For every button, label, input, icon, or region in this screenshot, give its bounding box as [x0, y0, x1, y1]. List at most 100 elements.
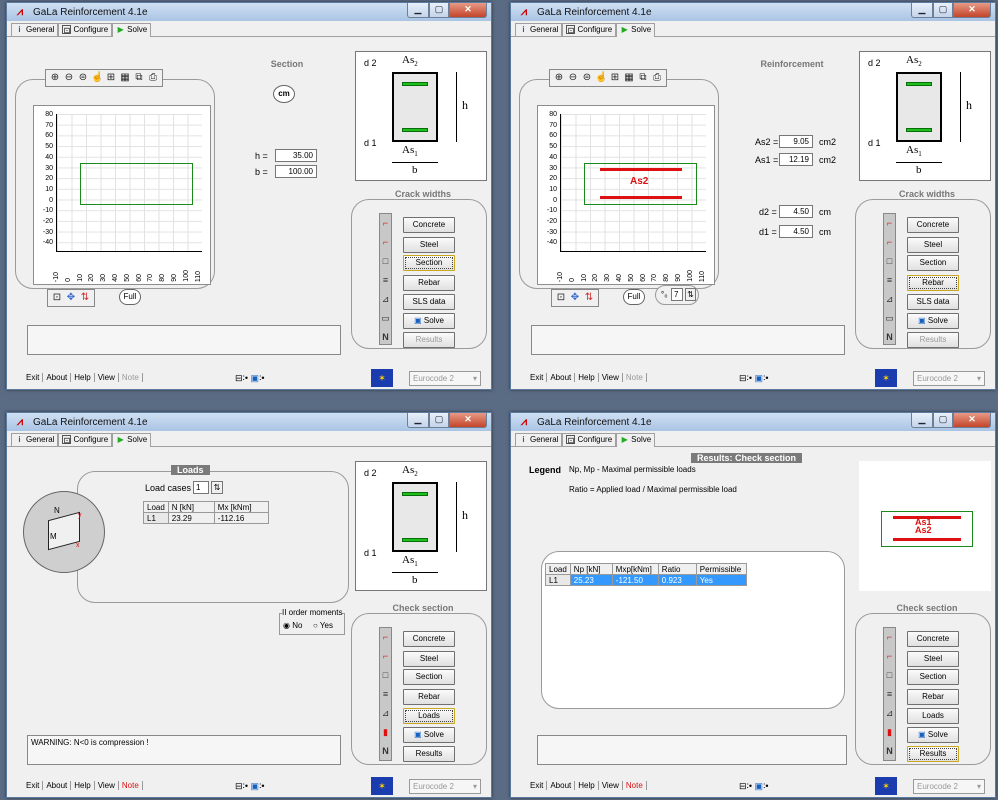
exit-button[interactable]: Exit — [23, 373, 44, 382]
full-button[interactable]: Full — [623, 289, 645, 305]
sls-data-button[interactable]: SLS data — [907, 294, 959, 310]
exit-button[interactable]: Exit — [527, 373, 548, 382]
pan-icon[interactable]: ☝ — [595, 72, 607, 84]
maximize-button[interactable]: ▢ — [933, 3, 953, 18]
as1-input[interactable]: 12.19 — [779, 153, 813, 166]
minimize-button[interactable]: ▁ — [407, 3, 429, 18]
view-button[interactable]: View — [95, 373, 119, 382]
maximize-button[interactable]: ▢ — [429, 3, 449, 18]
units-button[interactable]: cm — [273, 85, 295, 103]
tab-configure[interactable]: ⊡ Configure — [562, 433, 617, 446]
concrete-button[interactable]: Concrete — [907, 217, 959, 233]
sort-icon[interactable]: ⇅ — [583, 292, 595, 304]
exit-button[interactable]: Exit — [23, 781, 44, 790]
zoom-in-icon[interactable]: ⊕ — [49, 72, 61, 84]
results-button[interactable]: Results — [403, 746, 455, 762]
about-button[interactable]: About — [43, 373, 72, 382]
help-button[interactable]: Help — [575, 373, 599, 382]
tab-solve[interactable]: ▶ Solve — [112, 433, 152, 447]
cell-mx[interactable]: -112.16 — [213, 512, 269, 524]
close-button[interactable]: ✕ — [449, 413, 487, 428]
print-icon[interactable]: ⎙ — [651, 72, 663, 84]
cell-n[interactable]: 23.29 — [167, 512, 215, 524]
concrete-button[interactable]: Concrete — [403, 631, 455, 647]
help-button[interactable]: Help — [71, 781, 95, 790]
grid-icon[interactable]: ⊞ — [609, 72, 621, 84]
rebar-button[interactable]: Rebar — [907, 689, 959, 705]
code-select[interactable]: Eurocode 2 ▾ — [409, 371, 481, 386]
tab-solve[interactable]: ▶ Solve — [616, 23, 656, 37]
table-row[interactable]: L1 25.23 -121.50 0.923 Yes — [545, 574, 747, 586]
hatch-icon[interactable]: ▦ — [119, 72, 131, 84]
view-button[interactable]: View — [599, 373, 623, 382]
view-button[interactable]: View — [599, 781, 623, 790]
code-select[interactable]: Eurocode 2 ▾ — [913, 779, 985, 794]
note-button[interactable]: Note — [119, 781, 143, 790]
rebar-button[interactable]: Rebar — [403, 689, 455, 705]
code-select[interactable]: Eurocode 2 ▾ — [913, 371, 985, 386]
table-row[interactable]: L1 23.29 -112.16 — [143, 512, 269, 524]
maximize-button[interactable]: ▢ — [933, 413, 953, 428]
grid-icon[interactable]: ⊞ — [105, 72, 117, 84]
note-button[interactable]: Note — [623, 781, 647, 790]
full-button[interactable]: Full — [119, 289, 141, 305]
zoom-out-icon[interactable]: ⊖ — [567, 72, 579, 84]
order-yes-radio[interactable]: ○ Yes — [313, 621, 333, 630]
configure-small-icon[interactable]: ⊡ — [555, 292, 567, 304]
order-no-radio[interactable]: ◉ No — [283, 621, 302, 630]
minimize-button[interactable]: ▁ — [911, 3, 933, 18]
copy-icon[interactable]: ⧉ — [637, 72, 649, 84]
tab-configure[interactable]: ⊡ Configure — [58, 23, 113, 36]
minimize-button[interactable]: ▁ — [911, 413, 933, 428]
zoom-fit-icon[interactable]: ⊜ — [581, 72, 593, 84]
steel-button[interactable]: Steel — [403, 651, 455, 667]
results-button[interactable]: Results — [403, 332, 455, 348]
move-icon[interactable]: ✥ — [569, 292, 581, 304]
b-input[interactable]: 100.00 — [275, 165, 317, 178]
results-button[interactable]: Results — [907, 746, 959, 762]
pan-icon[interactable]: ☝ — [91, 72, 103, 84]
solve-button[interactable]: ▣ Solve — [403, 727, 455, 743]
d1-input[interactable]: 4.50 — [779, 225, 813, 238]
as2-input[interactable]: 9.05 — [779, 135, 813, 148]
solve-button[interactable]: ▣ Solve — [907, 727, 959, 743]
maximize-button[interactable]: ▢ — [429, 413, 449, 428]
code-select[interactable]: Eurocode 2 ▾ — [409, 779, 481, 794]
sls-data-button[interactable]: SLS data — [403, 294, 455, 310]
steel-button[interactable]: Steel — [907, 651, 959, 667]
steel-button[interactable]: Steel — [907, 237, 959, 253]
zoom-fit-icon[interactable]: ⊜ — [77, 72, 89, 84]
help-button[interactable]: Help — [575, 781, 599, 790]
view-button[interactable]: View — [95, 781, 119, 790]
sort-icon[interactable]: ⇅ — [79, 292, 91, 304]
zoom-out-icon[interactable]: ⊖ — [63, 72, 75, 84]
exit-button[interactable]: Exit — [527, 781, 548, 790]
rebar-count-input[interactable]: 7 — [671, 288, 683, 301]
section-button[interactable]: Section — [907, 669, 959, 685]
close-button[interactable]: ✕ — [953, 3, 991, 18]
h-input[interactable]: 35.00 — [275, 149, 317, 162]
load-cases-input[interactable]: 1 — [193, 481, 209, 494]
spinner-icon[interactable]: ⇅ — [685, 288, 696, 301]
concrete-button[interactable]: Concrete — [907, 631, 959, 647]
tab-solve[interactable]: ▶ Solve — [616, 433, 656, 447]
configure-small-icon[interactable]: ⊡ — [51, 292, 63, 304]
tab-general[interactable]: i General — [515, 433, 563, 446]
note-button[interactable]: Note — [119, 373, 143, 382]
d2-input[interactable]: 4.50 — [779, 205, 813, 218]
tab-general[interactable]: i General — [11, 23, 59, 36]
tab-general[interactable]: i General — [515, 23, 563, 36]
help-button[interactable]: Help — [71, 373, 95, 382]
rebar-button[interactable]: Rebar — [907, 275, 959, 291]
solve-button[interactable]: ▣ Solve — [907, 313, 959, 329]
results-button[interactable]: Results — [907, 332, 959, 348]
section-button[interactable]: Section — [907, 255, 959, 271]
note-button[interactable]: Note — [623, 373, 647, 382]
tab-configure[interactable]: ⊡ Configure — [58, 433, 113, 446]
close-button[interactable]: ✕ — [449, 3, 487, 18]
about-button[interactable]: About — [547, 373, 576, 382]
move-icon[interactable]: ✥ — [65, 292, 77, 304]
close-button[interactable]: ✕ — [953, 413, 991, 428]
load-cases-spinner-icon[interactable]: ⇅ — [211, 481, 223, 494]
solve-button[interactable]: ▣ Solve — [403, 313, 455, 329]
